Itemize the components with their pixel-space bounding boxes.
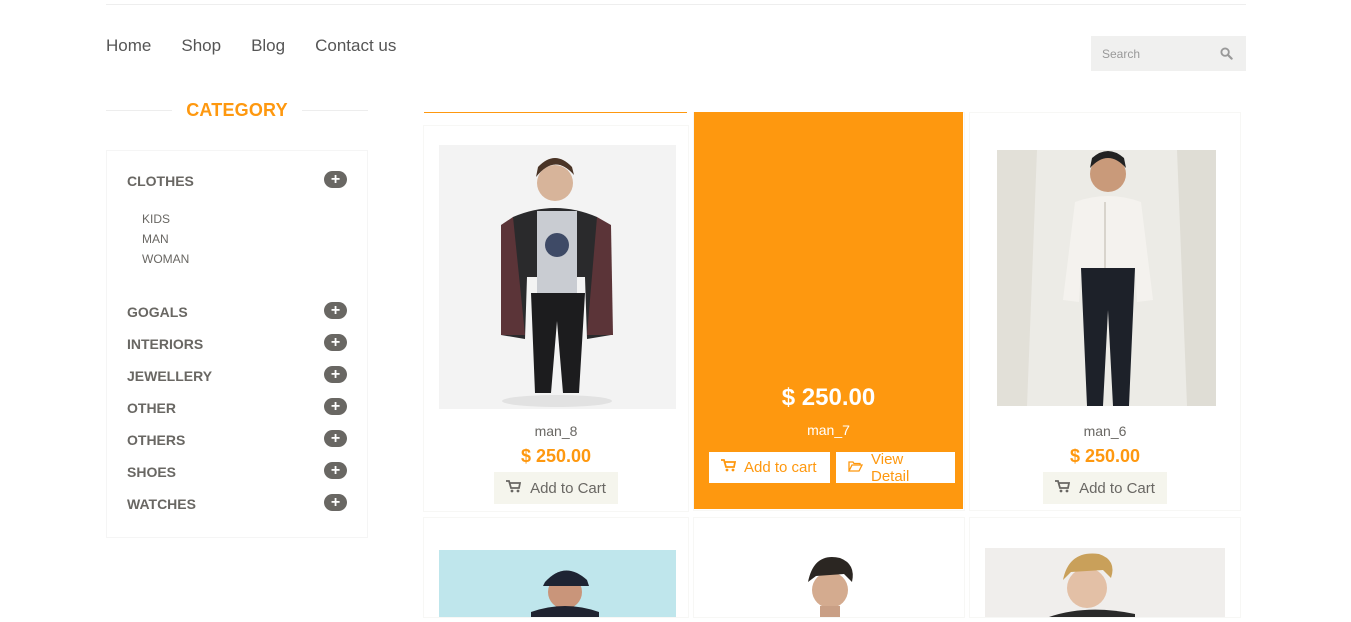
product-name: man_7 — [807, 422, 850, 438]
plus-icon[interactable]: + — [324, 171, 347, 188]
view-detail-label: View Detail — [871, 450, 910, 485]
search-icon[interactable] — [1220, 47, 1234, 61]
category-other[interactable]: OTHER + — [127, 398, 347, 418]
product-card — [423, 517, 689, 618]
add-to-cart-button[interactable]: Add to Cart — [494, 472, 618, 504]
category-title: CATEGORY — [186, 100, 288, 120]
add-to-cart-label: Add to cart — [744, 459, 817, 476]
product-image[interactable] — [997, 150, 1216, 406]
product-price: $ 250.00 — [1069, 446, 1141, 466]
category-heading: CATEGORY — [106, 100, 368, 122]
category-interiors[interactable]: INTERIORS + — [127, 334, 347, 354]
plus-icon[interactable]: + — [324, 494, 347, 511]
product-name: man_8 — [534, 423, 578, 439]
category-label: SHOES — [127, 464, 177, 480]
view-detail-button[interactable]: View Detail — [836, 450, 955, 485]
top-divider — [106, 4, 1246, 5]
main-nav: Home Shop Blog Contact us — [106, 36, 396, 56]
plus-icon[interactable]: + — [324, 366, 347, 383]
cart-icon — [721, 459, 737, 476]
add-to-cart-label: Add to Cart — [1079, 479, 1155, 497]
plus-icon[interactable]: + — [324, 462, 347, 479]
category-watches[interactable]: WATCHES + — [127, 494, 347, 514]
category-others[interactable]: OTHERS + — [127, 430, 347, 450]
search-input[interactable] — [1100, 45, 1214, 62]
product-name: man_6 — [1083, 423, 1127, 439]
plus-icon[interactable]: + — [324, 334, 347, 351]
nav-blog[interactable]: Blog — [251, 36, 285, 56]
category-label: JEWELLERY — [127, 368, 213, 384]
product-image[interactable] — [439, 550, 676, 617]
product-card — [969, 517, 1241, 618]
category-label: INTERIORS — [127, 336, 204, 352]
nav-shop[interactable]: Shop — [181, 36, 221, 56]
product-card: man_8 $ 250.00 Add to Cart — [423, 125, 689, 512]
category-panel: CLOTHES + KIDS MAN WOMAN GOGALS + INTERI… — [106, 150, 368, 538]
product-overlay: $ 250.00 man_7 Add to cart View Detail — [694, 112, 963, 509]
subcategory-man[interactable]: MAN — [142, 232, 169, 246]
category-gogals[interactable]: GOGALS + — [127, 302, 347, 322]
category-label: WATCHES — [127, 496, 196, 512]
add-to-cart-button[interactable]: Add to Cart — [1043, 472, 1167, 504]
product-card — [693, 517, 965, 618]
tab-underline — [424, 112, 687, 113]
product-image[interactable] — [985, 548, 1225, 617]
plus-icon[interactable]: + — [324, 430, 347, 447]
add-to-cart-label: Add to Cart — [530, 479, 606, 497]
overlay-add-to-cart-button[interactable]: Add to cart — [709, 452, 830, 483]
category-clothes[interactable]: CLOTHES + — [127, 171, 347, 191]
category-label: OTHERS — [127, 432, 186, 448]
product-image[interactable] — [794, 548, 866, 617]
product-price: $ 250.00 — [520, 446, 592, 466]
category-label: CLOTHES — [127, 173, 194, 189]
category-jewellery[interactable]: JEWELLERY + — [127, 366, 347, 386]
cart-icon — [1055, 479, 1071, 497]
nav-home[interactable]: Home — [106, 36, 151, 56]
subcategory-woman[interactable]: WOMAN — [142, 252, 189, 266]
plus-icon[interactable]: + — [324, 302, 347, 319]
cart-icon — [506, 479, 522, 497]
category-label: GOGALS — [127, 304, 188, 320]
product-image[interactable] — [439, 145, 676, 409]
product-card: man_6 $ 250.00 Add to Cart — [969, 112, 1241, 511]
folder-open-icon — [847, 459, 864, 476]
nav-contact[interactable]: Contact us — [315, 36, 396, 56]
category-shoes[interactable]: SHOES + — [127, 462, 347, 482]
category-label: OTHER — [127, 400, 176, 416]
search-box — [1091, 36, 1246, 71]
subcategory-kids[interactable]: KIDS — [142, 212, 170, 226]
product-price: $ 250.00 — [781, 384, 876, 411]
plus-icon[interactable]: + — [324, 398, 347, 415]
